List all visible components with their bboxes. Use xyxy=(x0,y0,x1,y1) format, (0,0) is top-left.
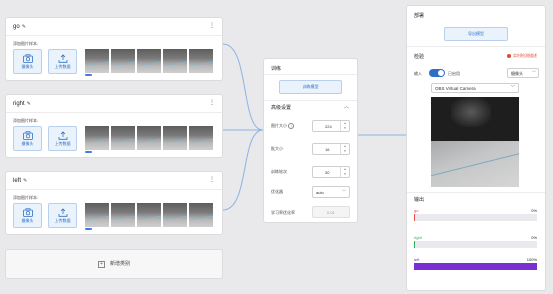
device-select[interactable]: OBS Virtual Camera ﹀ xyxy=(431,83,519,93)
image-size-input[interactable]: 224 ▲ ▼ xyxy=(312,120,350,132)
toggle-label: 已启用 xyxy=(448,71,460,76)
sample-thumbnail[interactable] xyxy=(111,49,135,73)
chevron-down-icon: ﹀ xyxy=(532,70,536,75)
upload-button[interactable]: 上传数据 xyxy=(48,203,77,228)
upload-button[interactable]: 上传数据 xyxy=(48,49,77,74)
chevron-down-icon: ﹀ xyxy=(342,189,346,194)
class-name[interactable]: go xyxy=(13,24,20,30)
chevron-down-icon: ﹀ xyxy=(510,85,516,90)
deploy-title: 部署 xyxy=(414,13,425,19)
sample-thumbnail[interactable] xyxy=(137,49,161,73)
stepper-icon[interactable]: ▲ ▼ xyxy=(340,167,349,177)
plus-icon: + xyxy=(97,261,105,268)
output-row: left 100% xyxy=(414,257,537,270)
stepper-icon[interactable]: ▲ ▼ xyxy=(340,121,349,131)
realtime-indicator: 实时检测描述 xyxy=(507,53,537,59)
output-percent: 0% xyxy=(531,235,537,240)
preview-panel: 部署 导出模型 检验 实时检测描述 输入 已启用 摄像头 ﹀ OBS Virtua… xyxy=(406,5,546,291)
class-card: right ✎ ⋮ 添加图片样本: 摄像头 上传数据 xyxy=(5,94,223,158)
upload-icon xyxy=(58,54,67,63)
stepper-icon[interactable]: ▲ ▼ xyxy=(340,144,349,154)
scroll-indicator[interactable] xyxy=(85,74,92,76)
advanced-settings-label: 高级设置 xyxy=(271,105,292,111)
check-title: 检验 xyxy=(414,54,425,60)
add-class-label: 新增类别 xyxy=(109,261,130,267)
confidence-bar xyxy=(414,214,537,221)
output-class-name: go xyxy=(414,208,419,213)
add-samples-label: 添加图片样本: xyxy=(13,41,39,46)
sample-thumbnail[interactable] xyxy=(189,126,213,150)
camera-icon xyxy=(22,131,33,140)
scroll-indicator[interactable] xyxy=(85,228,92,230)
output-percent: 100% xyxy=(526,257,537,262)
output-percent: 0% xyxy=(531,208,537,213)
upload-button[interactable]: 上传数据 xyxy=(48,126,77,151)
add-class-button[interactable]: + 新增类别 xyxy=(5,249,223,279)
add-samples-label: 添加图片样本: xyxy=(13,195,39,200)
output-row: right 0% xyxy=(414,235,537,248)
class-name[interactable]: right xyxy=(13,101,25,107)
pencil-icon[interactable]: ✎ xyxy=(23,178,27,184)
more-options-icon[interactable]: ⋮ xyxy=(209,23,215,29)
webcam-preview xyxy=(431,97,519,187)
optimizer-select[interactable]: auto ﹀ xyxy=(312,186,350,198)
upload-icon xyxy=(58,131,67,140)
sample-thumbnail[interactable] xyxy=(189,49,213,73)
camera-icon xyxy=(22,208,33,217)
sample-thumbnail[interactable] xyxy=(111,203,135,227)
sample-thumbnail[interactable] xyxy=(85,203,109,227)
source-select[interactable]: 摄像头 ﹀ xyxy=(507,68,539,78)
scroll-indicator[interactable] xyxy=(85,151,92,153)
output-row: go 0% xyxy=(414,208,537,221)
more-options-icon[interactable]: ⋮ xyxy=(209,177,215,183)
webcam-button[interactable]: 摄像头 xyxy=(13,203,42,228)
train-model-button[interactable]: 训练模型 xyxy=(279,80,342,94)
output-class-name: left xyxy=(414,257,420,262)
learning-rate-input: 0.01 xyxy=(312,206,350,218)
sample-thumbnail[interactable] xyxy=(189,203,213,227)
output-title: 输出 xyxy=(414,197,425,203)
record-dot-icon xyxy=(507,54,511,58)
sample-thumbnail[interactable] xyxy=(163,49,187,73)
batch-size-label: 批大小 xyxy=(271,146,283,151)
webcam-button[interactable]: 摄像头 xyxy=(13,49,42,74)
input-toggle[interactable] xyxy=(429,69,445,77)
class-name[interactable]: left xyxy=(13,178,21,184)
training-title: 训练 xyxy=(271,66,282,72)
epochs-label: 训练轮次 xyxy=(271,169,287,174)
class-card: left ✎ ⋮ 添加图片样本: 摄像头 上传数据 xyxy=(5,171,223,235)
confidence-bar xyxy=(414,263,537,270)
input-label: 输入 xyxy=(414,71,422,76)
sample-thumbnail[interactable] xyxy=(137,203,161,227)
more-options-icon[interactable]: ⋮ xyxy=(209,100,215,106)
info-icon[interactable]: i xyxy=(288,123,295,129)
sample-thumbnail[interactable] xyxy=(85,49,109,73)
class-card: go ✎ ⋮ 添加图片样本: 摄像头 上传数据 xyxy=(5,17,223,81)
camera-icon xyxy=(22,54,33,63)
add-samples-label: 添加图片样本: xyxy=(13,118,39,123)
export-model-button[interactable]: 导出模型 xyxy=(444,27,508,41)
sample-thumbnail[interactable] xyxy=(111,126,135,150)
upload-icon xyxy=(58,208,67,217)
pencil-icon[interactable]: ✎ xyxy=(27,101,31,107)
training-panel: 训练 训练模型 高级设置 ︿ 图片大小 i 224 ▲ ▼ 批大小 16 ▲ ▼ 训练轮… xyxy=(263,58,358,223)
learning-rate-label: 学习率优化率 xyxy=(271,210,295,215)
output-class-name: right xyxy=(414,235,422,240)
webcam-button[interactable]: 摄像头 xyxy=(13,126,42,151)
confidence-bar xyxy=(414,241,537,248)
chevron-up-icon[interactable]: ︿ xyxy=(344,103,349,110)
optimizer-label: 优化器 xyxy=(271,189,283,194)
sample-thumbnail[interactable] xyxy=(137,126,161,150)
sample-thumbnail[interactable] xyxy=(163,203,187,227)
sample-thumbnail[interactable] xyxy=(85,126,109,150)
epochs-input[interactable]: 30 ▲ ▼ xyxy=(312,166,350,178)
image-size-label: 图片大小 i xyxy=(271,123,295,129)
batch-size-input[interactable]: 16 ▲ ▼ xyxy=(312,143,350,155)
pencil-icon[interactable]: ✎ xyxy=(22,24,26,30)
sample-thumbnail[interactable] xyxy=(163,126,187,150)
